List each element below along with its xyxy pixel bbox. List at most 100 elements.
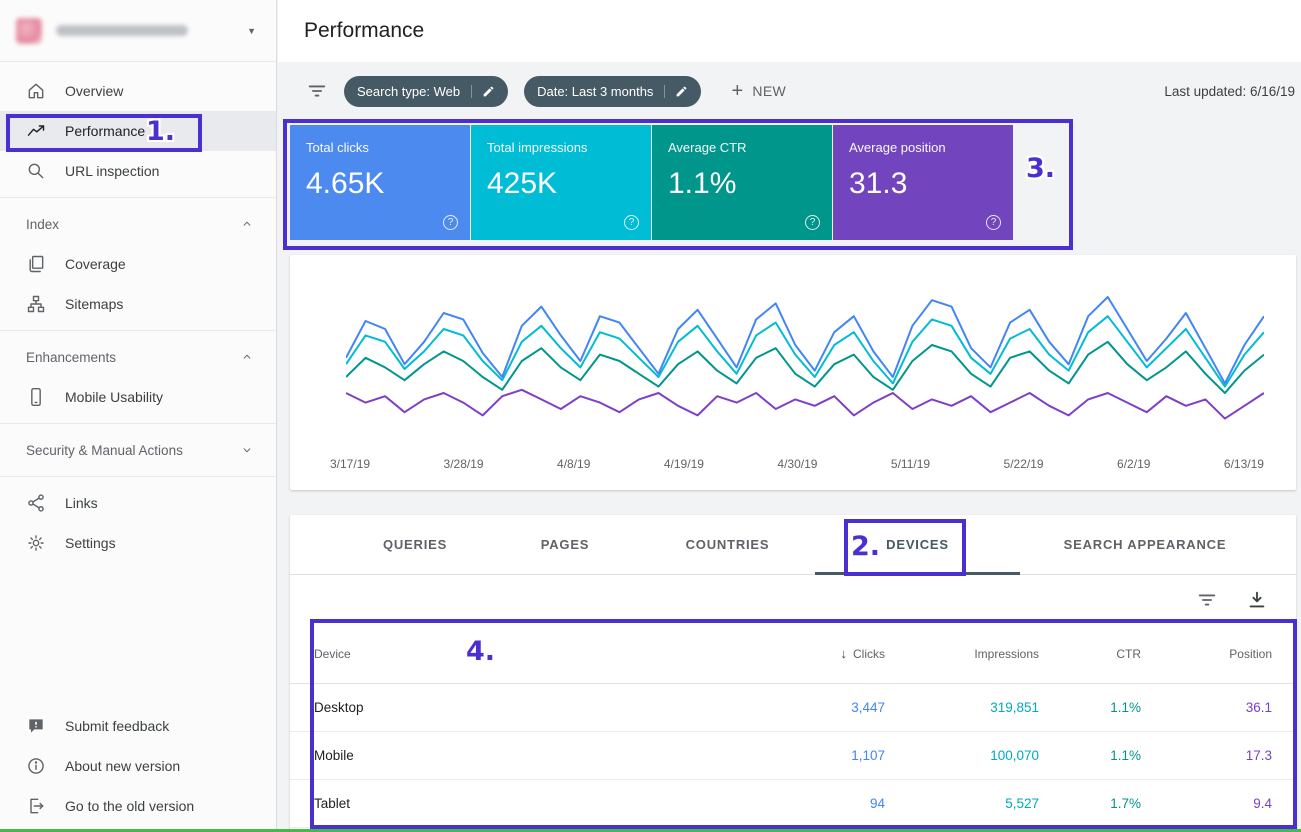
metric-value: 1.1% xyxy=(668,167,816,201)
sidebar-item-submit-feedback[interactable]: Submit feedback xyxy=(0,706,276,746)
tab-search-appearance[interactable]: SEARCH APPEARANCE xyxy=(1020,515,1270,574)
section-label: Security & Manual Actions xyxy=(26,443,183,458)
property-selector[interactable]: ▼ xyxy=(0,0,276,62)
section-label: Enhancements xyxy=(26,350,116,365)
position-cell: 17.3 xyxy=(1141,731,1296,779)
x-axis-label: 3/17/19 xyxy=(330,457,370,471)
sidebar-item-go-to-old-version[interactable]: Go to the old version xyxy=(0,786,276,826)
edit-pencil-icon[interactable] xyxy=(471,85,495,98)
tab-label: SEARCH APPEARANCE xyxy=(1064,537,1227,552)
filter-bar: Search type: Web Date: Last 3 months + N… xyxy=(278,62,1301,120)
tab-label: PAGES xyxy=(541,537,590,552)
x-axis-label: 4/19/19 xyxy=(664,457,704,471)
performance-chart-svg xyxy=(346,281,1264,441)
sidebar-item-url-inspection[interactable]: URL inspection xyxy=(0,151,276,191)
sidebar-item-label: URL inspection xyxy=(65,163,159,179)
sidebar-nav: Overview Performance URL inspection Inde… xyxy=(0,62,276,563)
chip-label: Date: Last 3 months xyxy=(537,84,653,99)
sitemaps-icon xyxy=(26,294,46,314)
tab-countries[interactable]: COUNTRIES xyxy=(640,515,815,574)
x-axis-label: 4/30/19 xyxy=(777,457,817,471)
gear-icon xyxy=(26,533,46,553)
sidebar-item-coverage[interactable]: Coverage xyxy=(0,244,276,284)
links-icon xyxy=(26,493,46,513)
sidebar-item-links[interactable]: Links xyxy=(0,483,276,523)
info-icon xyxy=(26,756,46,776)
clicks-cell: 3,447 xyxy=(630,683,885,731)
chevron-down-icon: ▼ xyxy=(247,26,256,36)
x-axis-label: 3/28/19 xyxy=(444,457,484,471)
metric-label: Average CTR xyxy=(668,140,816,155)
sidebar-item-overview[interactable]: Overview xyxy=(0,71,276,111)
sidebar-item-label: About new version xyxy=(65,758,180,774)
chevron-up-icon xyxy=(240,217,254,231)
metric-value: 4.65K xyxy=(306,167,454,201)
dimension-table-card: QUERIES PAGES COUNTRIES DEVICES SEARCH A… xyxy=(290,515,1296,832)
metric-card-average-position[interactable]: Average position 31.3 ? xyxy=(833,125,1013,240)
table-row-desktop[interactable]: Desktop 3,447 319,851 1.1% 36.1 xyxy=(290,683,1296,731)
last-updated-text: Last updated: 6/16/19 xyxy=(1164,84,1297,99)
devices-table: Device ↓Clicks Impressions CTR Position … xyxy=(290,625,1296,828)
x-axis-label: 4/8/19 xyxy=(557,457,590,471)
divider xyxy=(0,330,276,331)
help-icon[interactable]: ? xyxy=(624,215,639,230)
feedback-icon xyxy=(26,716,46,736)
chevron-up-icon xyxy=(240,350,254,364)
search-type-filter-chip[interactable]: Search type: Web xyxy=(344,76,508,107)
main-header: Performance xyxy=(278,0,1301,62)
help-icon[interactable]: ? xyxy=(805,215,820,230)
edit-pencil-icon[interactable] xyxy=(664,85,688,98)
help-icon[interactable]: ? xyxy=(443,215,458,230)
main-area: Performance Search type: Web Date: Last … xyxy=(278,0,1301,832)
column-header-clicks[interactable]: ↓Clicks xyxy=(630,625,885,683)
sidebar-item-label: Mobile Usability xyxy=(65,389,163,405)
device-cell: Desktop xyxy=(290,683,630,731)
download-icon[interactable] xyxy=(1246,589,1268,611)
tab-pages[interactable]: PAGES xyxy=(490,515,640,574)
sidebar-item-performance[interactable]: Performance xyxy=(0,111,276,151)
sidebar-section-index[interactable]: Index xyxy=(0,204,276,244)
impressions-cell: 319,851 xyxy=(885,683,1039,731)
column-header-impressions[interactable]: Impressions xyxy=(885,625,1039,683)
column-header-ctr[interactable]: CTR xyxy=(1039,625,1141,683)
tab-label: QUERIES xyxy=(383,537,447,552)
sidebar-section-enhancements[interactable]: Enhancements xyxy=(0,337,276,377)
sidebar-footer: Submit feedback About new version Go to … xyxy=(0,706,276,826)
metric-card-average-ctr[interactable]: Average CTR 1.1% ? xyxy=(652,125,832,240)
metric-card-total-impressions[interactable]: Total impressions 425K ? xyxy=(471,125,651,240)
clicks-cell: 1,107 xyxy=(630,731,885,779)
sidebar-section-security-manual-actions[interactable]: Security & Manual Actions xyxy=(0,430,276,470)
help-icon[interactable]: ? xyxy=(986,215,1001,230)
tab-queries[interactable]: QUERIES xyxy=(340,515,490,574)
tab-devices[interactable]: DEVICES xyxy=(815,515,1020,574)
table-row-tablet[interactable]: Tablet 94 5,527 1.7% 9.4 xyxy=(290,779,1296,827)
metric-label: Total impressions xyxy=(487,140,635,155)
sidebar-item-sitemaps[interactable]: Sitemaps xyxy=(0,284,276,324)
table-row-mobile[interactable]: Mobile 1,107 100,070 1.1% 17.3 xyxy=(290,731,1296,779)
sidebar-item-label: Overview xyxy=(65,83,123,99)
search-icon xyxy=(26,161,46,181)
sidebar-item-label: Performance xyxy=(65,123,145,139)
sidebar-item-settings[interactable]: Settings xyxy=(0,523,276,563)
coverage-icon xyxy=(26,254,46,274)
dimension-tabs: QUERIES PAGES COUNTRIES DEVICES SEARCH A… xyxy=(290,515,1296,575)
sidebar-item-mobile-usability[interactable]: Mobile Usability xyxy=(0,377,276,417)
column-header-position[interactable]: Position xyxy=(1141,625,1296,683)
column-header-device[interactable]: Device xyxy=(290,625,630,683)
position-cell: 36.1 xyxy=(1141,683,1296,731)
chart-x-axis: 3/17/193/28/194/8/194/19/194/30/195/11/1… xyxy=(330,457,1264,471)
new-filter-button[interactable]: + NEW xyxy=(731,80,786,103)
date-filter-chip[interactable]: Date: Last 3 months xyxy=(524,76,701,107)
home-icon xyxy=(26,81,46,101)
sidebar-item-label: Settings xyxy=(65,535,116,551)
filter-list-icon[interactable] xyxy=(1196,589,1218,611)
plus-icon: + xyxy=(731,80,743,103)
section-label: Index xyxy=(26,217,59,232)
metric-card-total-clicks[interactable]: Total clicks 4.65K ? xyxy=(290,125,470,240)
ctr-cell: 1.1% xyxy=(1039,683,1141,731)
x-axis-label: 6/2/19 xyxy=(1117,457,1150,471)
sidebar-item-about-new-version[interactable]: About new version xyxy=(0,746,276,786)
metric-value: 425K xyxy=(487,167,635,201)
sidebar: ▼ Overview Performance URL inspection In… xyxy=(0,0,277,832)
filter-list-icon[interactable] xyxy=(306,80,328,102)
